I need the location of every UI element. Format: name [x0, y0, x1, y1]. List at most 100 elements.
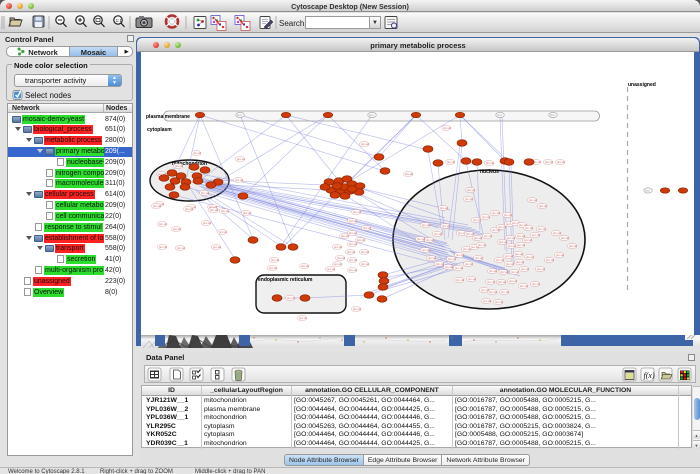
svg-text:(xx xx): (xx xx): [219, 230, 227, 234]
svg-text:(xx xx): (xx xx): [269, 266, 277, 270]
svg-text:(xx xx): (xx xx): [159, 245, 167, 249]
svg-text:(xx xx): (xx xx): [498, 280, 506, 284]
svg-text:(xx): (xx): [550, 113, 555, 117]
svg-text:(xx xx): (xx xx): [569, 244, 577, 248]
svg-text:(xx xx): (xx xx): [492, 211, 500, 215]
svg-text:(xx xx): (xx xx): [455, 266, 463, 270]
svg-text:(xx xx): (xx xx): [467, 188, 475, 192]
svg-text:(xx xx): (xx xx): [347, 250, 355, 254]
svg-text:cytoplasm: cytoplasm: [147, 127, 172, 133]
svg-text:(xx): (xx): [369, 113, 374, 117]
svg-text:(xx xx): (xx xx): [557, 160, 565, 164]
svg-text:(xx xx): (xx xx): [546, 258, 554, 262]
svg-text:(xx xx): (xx xx): [465, 197, 473, 201]
svg-text:(xx xx): (xx xx): [484, 234, 492, 238]
svg-text:(xx xx): (xx xx): [361, 250, 369, 254]
svg-text:(xx xx): (xx xx): [538, 227, 546, 231]
svg-text:(xx xx): (xx xx): [237, 157, 245, 161]
svg-text:(xx xx): (xx xx): [349, 268, 357, 272]
svg-text:(xx xx): (xx xx): [482, 215, 490, 219]
svg-text:(xx xx): (xx xx): [185, 207, 193, 211]
svg-text:(xx xx): (xx xx): [159, 222, 167, 226]
svg-text:(xx xx): (xx xx): [271, 258, 279, 262]
svg-text:(xx xx): (xx xx): [334, 245, 342, 249]
svg-text:(xx xx): (xx xx): [475, 256, 483, 260]
svg-text:(xx xx): (xx xx): [489, 269, 497, 273]
svg-text:(xx xx): (xx xx): [537, 267, 545, 271]
svg-text:(xx): (xx): [237, 113, 242, 117]
svg-text:(xx xx): (xx xx): [511, 270, 519, 274]
svg-text:(xx xx): (xx xx): [483, 299, 491, 303]
svg-text:(xx xx): (xx xx): [481, 288, 489, 292]
svg-text:(xx xx): (xx xx): [447, 160, 455, 164]
svg-text:1:1: 1:1: [116, 18, 123, 23]
svg-text:(xx xx): (xx xx): [487, 280, 495, 284]
svg-text:(xx xx): (xx xx): [203, 221, 211, 225]
svg-text:(xx xx): (xx xx): [517, 243, 525, 247]
svg-text:(xx xx): (xx xx): [553, 231, 561, 235]
svg-text:nucleus: nucleus: [480, 169, 499, 175]
svg-text:(xx xx): (xx xx): [357, 238, 365, 242]
svg-text:(xx xx): (xx xx): [521, 267, 529, 271]
svg-text:(xx xx): (xx xx): [509, 279, 517, 283]
svg-text:(xx xx): (xx xx): [193, 151, 201, 155]
svg-text:(xx xx): (xx xx): [341, 234, 349, 238]
svg-text:(xx xx): (xx xx): [473, 218, 481, 222]
svg-text:(xx xx): (xx xx): [422, 223, 430, 227]
svg-text:(xx xx): (xx xx): [221, 209, 229, 213]
svg-text:(xx xx): (xx xx): [556, 253, 564, 257]
svg-text:(xx xx): (xx xx): [445, 265, 453, 269]
svg-text:(xx xx): (xx xx): [349, 231, 357, 235]
svg-text:(xx xx): (xx xx): [363, 226, 371, 230]
svg-text:(xx xx): (xx xx): [478, 243, 486, 247]
svg-text:(xx xx): (xx xx): [526, 255, 534, 259]
svg-text:(xx xx): (xx xx): [456, 253, 464, 257]
svg-text:(xx xx): (xx xx): [434, 232, 442, 236]
svg-text:(xx xx): (xx xx): [201, 191, 209, 195]
svg-text:(xx xx): (xx xx): [496, 258, 504, 262]
svg-text:(xx xx): (xx xx): [327, 267, 335, 271]
svg-text:f(x): f(x): [644, 371, 655, 380]
svg-text:(xx xx): (xx xx): [422, 248, 430, 252]
svg-text:(xx xx): (xx xx): [505, 254, 513, 258]
svg-text:(xx xx): (xx xx): [525, 226, 533, 230]
svg-text:unassigned: unassigned: [628, 82, 656, 88]
svg-text:(xx xx): (xx xx): [361, 262, 369, 266]
svg-text:(xx xx): (xx xx): [524, 238, 532, 242]
svg-text:(xx xx): (xx xx): [532, 282, 540, 286]
svg-text:(xx xx): (xx xx): [349, 219, 357, 223]
svg-text:(xx xx): (xx xx): [504, 213, 512, 217]
svg-text:(xx xx): (xx xx): [442, 224, 450, 228]
svg-text:(xx xx): (xx xx): [474, 236, 482, 240]
svg-text:(xx xx): (xx xx): [175, 164, 183, 168]
svg-text:(xx xx): (xx xx): [545, 160, 553, 164]
svg-text:(xx xx): (xx xx): [287, 296, 295, 300]
svg-text:(xx xx): (xx xx): [539, 204, 547, 208]
svg-text:(xx xx): (xx xx): [353, 307, 361, 311]
svg-text:(xx xx): (xx xx): [486, 161, 494, 165]
svg-text:(xx xx): (xx xx): [532, 233, 540, 237]
svg-text:(xx xx): (xx xx): [465, 262, 473, 266]
svg-text:(xx xx): (xx xx): [520, 284, 528, 288]
svg-text:endoplasmic reticulum: endoplasmic reticulum: [258, 277, 313, 283]
svg-text:(xx xx): (xx xx): [213, 245, 221, 249]
svg-text:(xx xx): (xx xx): [361, 142, 369, 146]
svg-text:(xx xx): (xx xx): [235, 178, 243, 182]
svg-text:plasma membrane: plasma membrane: [146, 114, 190, 120]
svg-text:(xx xx): (xx xx): [468, 277, 476, 281]
svg-text:(xx xx): (xx xx): [440, 206, 448, 210]
svg-text:(xx xx): (xx xx): [489, 290, 497, 294]
svg-text:(xx xx): (xx xx): [448, 257, 456, 261]
svg-text:(xx xx): (xx xx): [417, 237, 425, 241]
svg-text:(xx): (xx): [645, 189, 650, 193]
svg-text:(xx xx): (xx xx): [443, 126, 451, 130]
svg-text:(xx xx): (xx xx): [499, 240, 507, 244]
svg-text:(xx xx): (xx xx): [495, 300, 503, 304]
svg-text:(xx xx): (xx xx): [243, 211, 251, 215]
svg-text:(xx): (xx): [497, 113, 502, 117]
svg-text:(xx xx): (xx xx): [428, 256, 436, 260]
svg-text:(xx xx): (xx xx): [337, 256, 345, 260]
svg-text:(xx xx): (xx xx): [529, 198, 537, 202]
svg-text:(xx xx): (xx xx): [173, 227, 181, 231]
svg-text:(xx xx): (xx xx): [456, 278, 464, 282]
